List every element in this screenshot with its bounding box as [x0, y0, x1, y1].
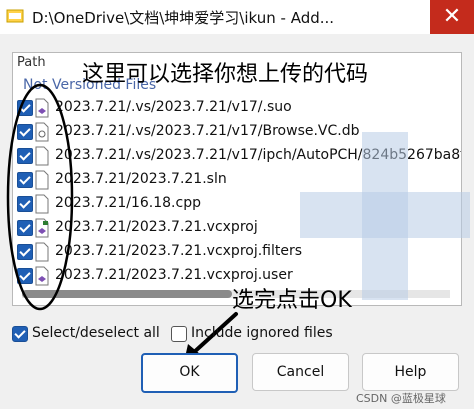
- column-header-path[interactable]: Path: [17, 55, 46, 70]
- db-file-icon: [35, 122, 49, 142]
- row-checkbox[interactable]: [17, 268, 33, 284]
- select-all-label[interactable]: Select/deselect all: [32, 325, 160, 341]
- close-button[interactable]: ✕: [430, 0, 474, 34]
- vcxproj-file-icon: [35, 218, 49, 238]
- annotation-click-ok: 选完点击OK: [232, 288, 352, 313]
- file-row[interactable]: 2023.7.21/.vs/2023.7.21/v17/Browse.VC.db: [13, 121, 461, 145]
- file-path: 2023.7.21/2023.7.21.vcxproj.user: [55, 267, 293, 283]
- file-path: 2023.7.21/.vs/2023.7.21/v17/Browse.VC.db: [55, 123, 360, 139]
- scrollbar-thumb[interactable]: [22, 290, 232, 298]
- row-checkbox[interactable]: [17, 172, 33, 188]
- help-button[interactable]: Help: [362, 353, 459, 391]
- cancel-button[interactable]: Cancel: [252, 353, 349, 391]
- row-checkbox[interactable]: [17, 244, 33, 260]
- file-path: 2023.7.21/.vs/2023.7.21/v17/.suo: [55, 99, 292, 115]
- row-checkbox[interactable]: [17, 124, 33, 140]
- ok-button[interactable]: OK: [141, 353, 238, 393]
- title-bar: D:\OneDrive\文档\坤坤爱学习\ikun - Add... ✕: [0, 0, 474, 34]
- file-row[interactable]: 2023.7.21/2023.7.21.vcxproj: [13, 217, 461, 241]
- file-path: 2023.7.21/2023.7.21.vcxproj: [55, 219, 258, 235]
- file-row[interactable]: 2023.7.21/2023.7.21.sln: [13, 169, 461, 193]
- file-path: 2023.7.21/2023.7.21.vcxproj.filters: [55, 243, 303, 259]
- annotation-select-code: 这里可以选择你想上传的代码: [82, 62, 369, 87]
- window-title: D:\OneDrive\文档\坤坤爱学习\ikun - Add...: [32, 9, 335, 27]
- file-path: 2023.7.21/16.18.cpp: [55, 195, 201, 211]
- select-all-checkbox[interactable]: [12, 326, 28, 342]
- csdn-watermark: CSDN @蓝极星球: [356, 392, 446, 405]
- file-row[interactable]: 2023.7.21/16.18.cpp: [13, 193, 461, 217]
- vs-file-icon: [35, 98, 49, 118]
- row-checkbox[interactable]: [17, 100, 33, 116]
- file-path: 2023.7.21/.vs/2023.7.21/v17/ipch/AutoPCH…: [55, 147, 462, 163]
- file-path: 2023.7.21/2023.7.21.sln: [55, 171, 227, 187]
- vs-file-icon: [35, 266, 49, 286]
- row-checkbox[interactable]: [17, 220, 33, 236]
- file-row[interactable]: 2023.7.21/2023.7.21.vcxproj.filters: [13, 241, 461, 265]
- file-row[interactable]: 2023.7.21/.vs/2023.7.21/v17/ipch/AutoPCH…: [13, 145, 461, 169]
- tortoisesvn-app-icon: [6, 9, 24, 23]
- include-ignored-checkbox[interactable]: [171, 326, 187, 342]
- row-checkbox[interactable]: [17, 196, 33, 212]
- file-row[interactable]: 2023.7.21/.vs/2023.7.21/v17/.suo: [13, 97, 461, 121]
- include-ignored-label[interactable]: Include ignored files: [191, 325, 333, 341]
- file-icon: [35, 170, 49, 190]
- file-icon: [35, 242, 49, 262]
- file-icon: [35, 146, 49, 166]
- row-checkbox[interactable]: [17, 148, 33, 164]
- file-list[interactable]: Path Not Versioned Files 2023.7.21/.vs/2…: [12, 52, 462, 306]
- file-icon: [35, 194, 49, 214]
